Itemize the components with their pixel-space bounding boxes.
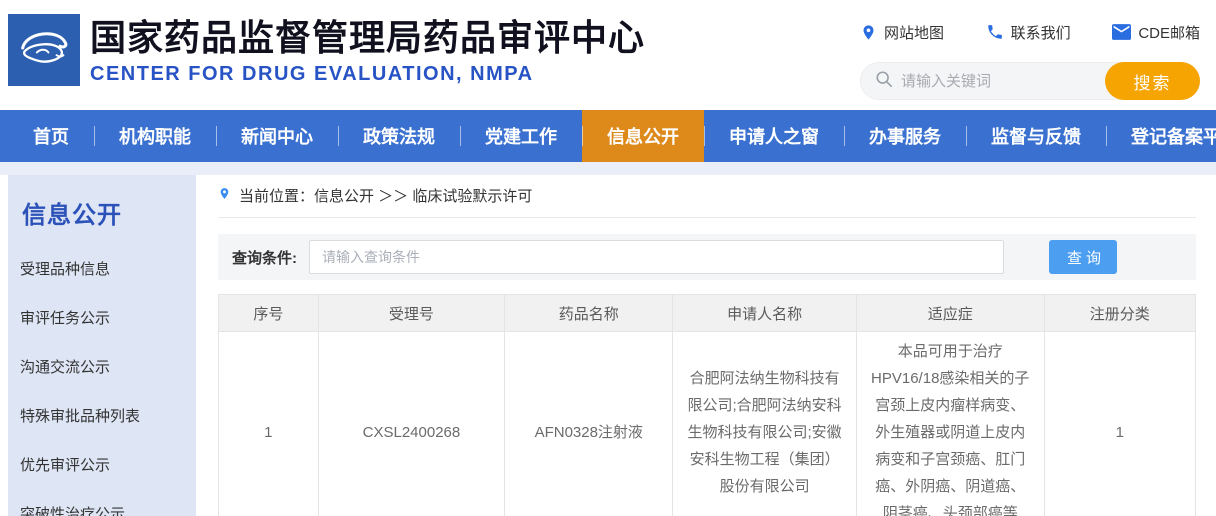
sidebar-item-priority-review[interactable]: 优先审评公示 xyxy=(8,440,196,489)
query-condition-label: 查询条件: xyxy=(232,249,297,267)
cde-logo xyxy=(8,14,80,86)
sitemap-link[interactable]: 网站地图 xyxy=(860,22,944,43)
breadcrumb-text[interactable]: 当前位置：信息公开 ＞＞ 临床试验默示许可 xyxy=(239,185,532,206)
search-button[interactable]: 搜索 xyxy=(1105,62,1200,100)
col-header-indication: 适应症 xyxy=(855,294,1045,332)
nav-item-applicant-window[interactable]: 申请人之窗 xyxy=(704,110,844,162)
nav-item-registration-platform[interactable]: 登记备案平台 xyxy=(1106,110,1216,162)
cell-drug-name: AFN0328注射液 xyxy=(504,331,674,516)
magnifier-icon xyxy=(875,70,893,93)
site-search: 搜索 xyxy=(860,62,1200,100)
table-header-row: 序号 受理号 药品名称 申请人名称 适应症 注册分类 xyxy=(218,294,1197,332)
nav-item-news[interactable]: 新闻中心 xyxy=(216,110,338,162)
col-header-registration-class: 注册分类 xyxy=(1043,294,1197,332)
nav-item-home[interactable]: 首页 xyxy=(8,110,94,162)
brand-block: 国家药品监督管理局药品审评中心 CENTER FOR DRUG EVALUATI… xyxy=(90,16,645,86)
cell-registration-class: 1 xyxy=(1043,331,1197,516)
sidebar-item-review-tasks[interactable]: 审评任务公示 xyxy=(8,293,196,342)
nav-item-info-disclosure[interactable]: 信息公开 xyxy=(582,110,704,162)
cde-logo-swirl-icon xyxy=(12,16,76,85)
main-nav: 首页 机构职能 新闻中心 政策法规 党建工作 信息公开 申请人之窗 办事服务 监… xyxy=(0,110,1216,162)
cell-seq: 1 xyxy=(218,331,319,516)
sidebar-title: 信息公开 xyxy=(22,202,122,229)
main-area: 信息公开 受理品种信息 审评任务公示 沟通交流公示 特殊审批品种列表 优先审评公… xyxy=(0,175,1216,516)
sidebar-item-special-approval[interactable]: 特殊审批品种列表 xyxy=(8,391,196,440)
nav-item-functions[interactable]: 机构职能 xyxy=(94,110,216,162)
nav-item-policies[interactable]: 政策法规 xyxy=(338,110,460,162)
utility-links: 网站地图 联系我们 CDE邮箱 xyxy=(860,20,1200,44)
nav-bottom-band xyxy=(0,162,1216,175)
location-pin-icon xyxy=(218,185,231,206)
sidebar: 信息公开 受理品种信息 审评任务公示 沟通交流公示 特殊审批品种列表 优先审评公… xyxy=(8,175,196,516)
table-row: 1 CXSL2400268 AFN0328注射液 合肥阿法纳生物科技有限公司;合… xyxy=(218,331,1197,516)
query-button[interactable]: 查询 xyxy=(1049,240,1117,274)
phone-icon xyxy=(986,23,1004,41)
header-right: 网站地图 联系我们 CDE邮箱 搜索 xyxy=(860,20,1200,100)
site-title: 国家药品监督管理局药品审评中心 xyxy=(90,17,646,58)
nav-item-party[interactable]: 党建工作 xyxy=(460,110,582,162)
map-pin-icon xyxy=(860,23,877,42)
envelope-icon xyxy=(1112,24,1132,40)
nav-item-services[interactable]: 办事服务 xyxy=(844,110,966,162)
site-header: 国家药品监督管理局药品审评中心 CENTER FOR DRUG EVALUATI… xyxy=(0,0,1216,110)
query-panel: 查询条件: 查询 xyxy=(218,234,1196,280)
cde-mail-link[interactable]: CDE邮箱 xyxy=(1112,22,1200,43)
col-header-acceptance-no: 受理号 xyxy=(317,294,506,332)
main-nav-list: 首页 机构职能 新闻中心 政策法规 党建工作 信息公开 申请人之窗 办事服务 监… xyxy=(0,110,1216,162)
col-header-applicant: 申请人名称 xyxy=(672,294,857,332)
results-table: 序号 受理号 药品名称 申请人名称 适应症 注册分类 1 CXSL2400268… xyxy=(218,294,1197,516)
content-area: 当前位置：信息公开 ＞＞ 临床试验默示许可 查询条件: 查询 序号 受理号 药品… xyxy=(218,175,1197,516)
contact-label: 联系我们 xyxy=(1010,24,1071,42)
site-subtitle: CENTER FOR DRUG EVALUATION, NMPA xyxy=(90,63,534,85)
sidebar-item-breakthrough-therapy[interactable]: 突破性治疗公示 xyxy=(8,489,196,516)
contact-link[interactable]: 联系我们 xyxy=(986,22,1071,43)
cell-indication: 本品可用于治疗HPV16/18感染相关的子宫颈上皮内瘤样病变、外生殖器或阴道上皮… xyxy=(855,331,1045,516)
nav-item-supervision[interactable]: 监督与反馈 xyxy=(966,110,1106,162)
sidebar-item-communication[interactable]: 沟通交流公示 xyxy=(8,342,196,391)
breadcrumb: 当前位置：信息公开 ＞＞ 临床试验默示许可 xyxy=(218,175,1196,218)
cell-acceptance-no: CXSL2400268 xyxy=(317,331,506,516)
col-header-drug-name: 药品名称 xyxy=(504,294,674,332)
sidebar-item-accepted-varieties[interactable]: 受理品种信息 xyxy=(8,244,196,293)
sitemap-label: 网站地图 xyxy=(884,24,945,42)
cell-applicant: 合肥阿法纳生物科技有限公司;合肥阿法纳安科生物科技有限公司;安徽安科生物工程（集… xyxy=(672,331,857,516)
col-header-seq: 序号 xyxy=(218,294,319,332)
cde-mail-label: CDE邮箱 xyxy=(1138,24,1200,42)
search-input[interactable] xyxy=(901,72,1091,90)
query-condition-input[interactable] xyxy=(309,240,1004,274)
